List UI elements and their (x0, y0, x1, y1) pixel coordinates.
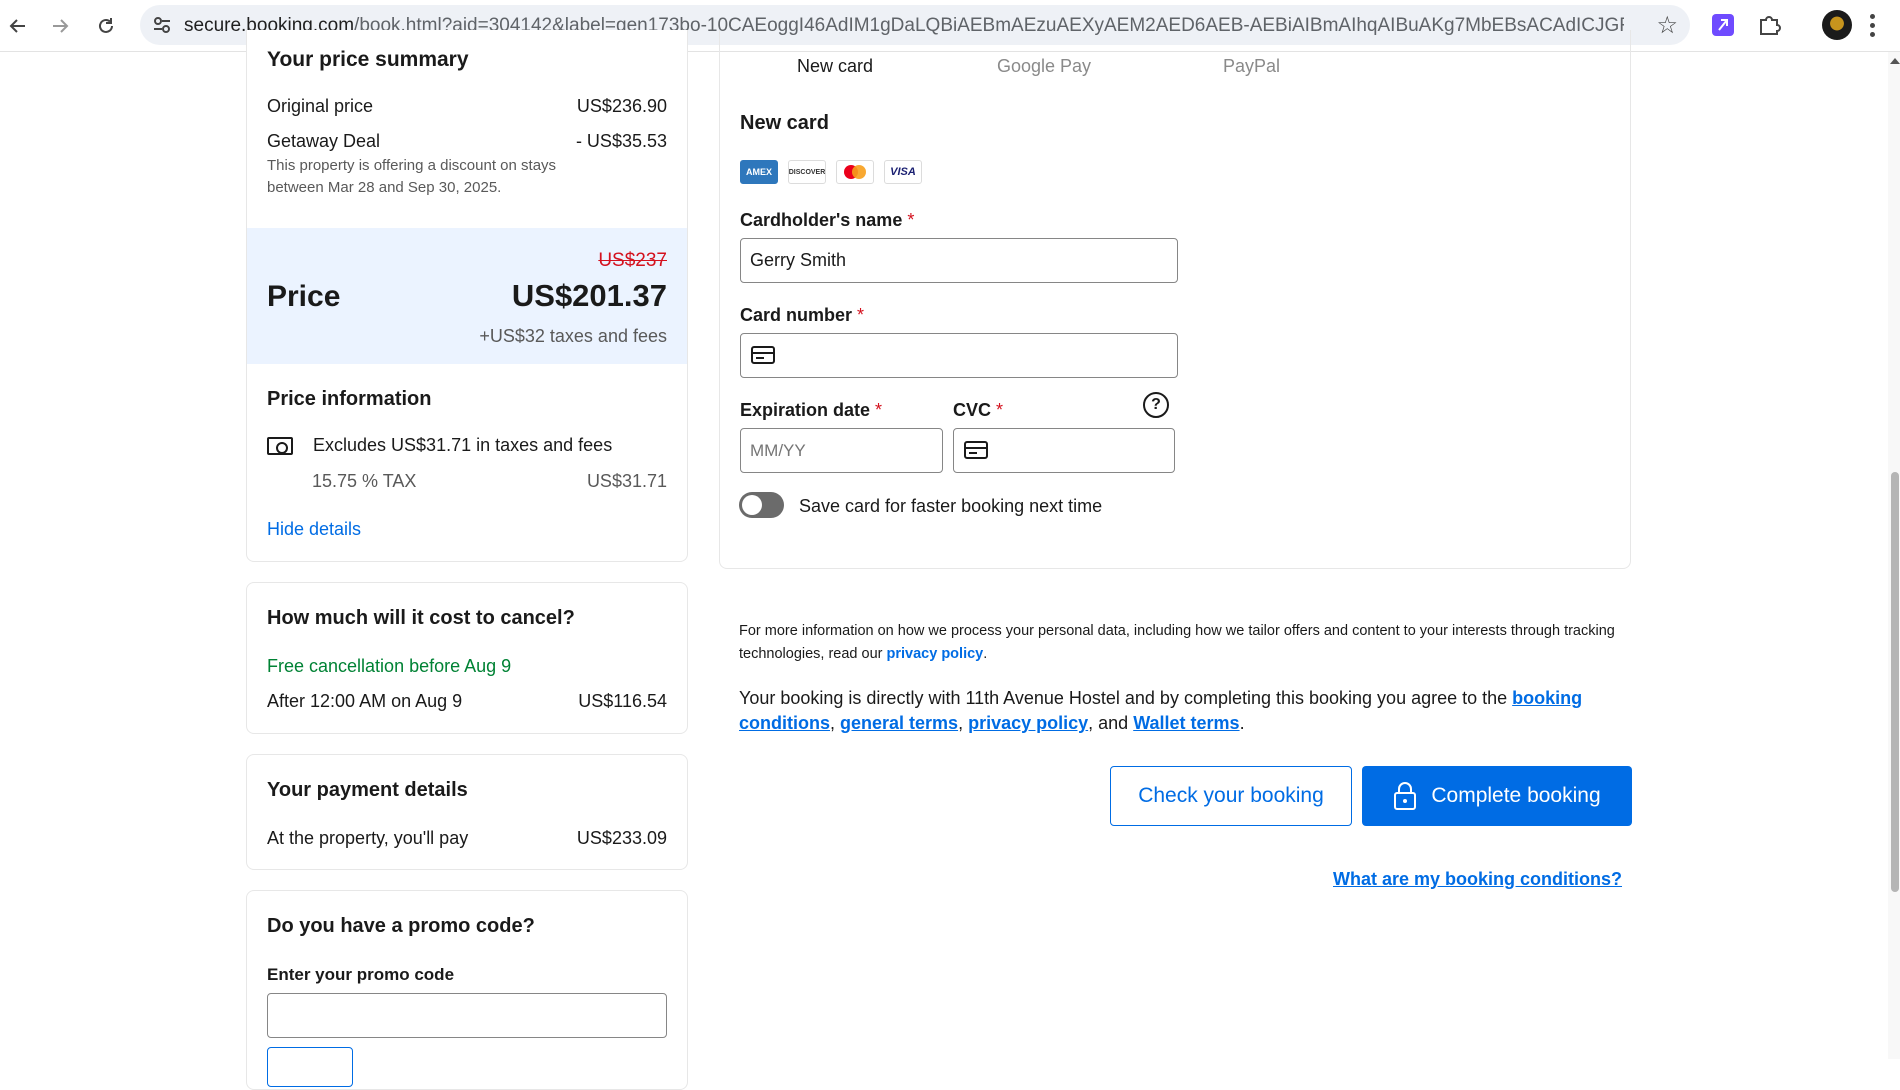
card-number-label: Card number * (740, 305, 865, 325)
extension-icon[interactable] (1710, 12, 1736, 38)
hide-details-link[interactable]: Hide details (267, 519, 361, 540)
amex-logo: AMEX (740, 160, 778, 184)
save-card-label: Save card for faster booking next time (799, 496, 1103, 516)
payment-form-card: New card Google Pay PayPal New card AMEX… (719, 30, 1631, 569)
original-price-row: Original price US$236.90 (267, 96, 667, 116)
promo-input-label: Enter your promo code (267, 965, 455, 984)
deal-row: Getaway Deal - US$35.53 (267, 131, 667, 151)
back-arrow-icon[interactable] (2, 10, 34, 42)
cancel-fee-row: After 12:00 AM on Aug 9 US$116.54 (267, 691, 667, 711)
new-card-title: New card (740, 112, 829, 134)
price-value: US$201.37 (511, 278, 667, 313)
page-scrollbar[interactable] (1888, 52, 1900, 1059)
cvc-input[interactable] (953, 428, 1175, 473)
save-card-toggle[interactable] (739, 492, 784, 518)
puzzle-icon[interactable] (1756, 12, 1782, 38)
price-total-band: US$237 Price US$201.37 +US$32 taxes and … (247, 228, 687, 364)
general-terms-link[interactable]: general terms (840, 713, 958, 733)
site-settings-icon[interactable] (150, 13, 174, 37)
tab-google-pay[interactable]: Google Pay (997, 56, 1091, 77)
visa-logo: VISA (884, 160, 922, 184)
free-cancellation-text: Free cancellation before Aug 9 (267, 656, 512, 676)
old-price: US$237 (598, 250, 667, 271)
lock-icon (1394, 782, 1417, 810)
cvc-label: CVC * (953, 400, 1004, 420)
help-icon[interactable]: ? (1143, 392, 1169, 418)
money-icon (267, 436, 293, 455)
payment-details-card: Your payment details At the property, yo… (246, 754, 688, 870)
price-label: Price (267, 280, 341, 313)
price-summary-card: Your price summary Original price US$236… (246, 30, 688, 562)
profile-avatar[interactable] (1822, 10, 1852, 40)
booking-conditions-question-link[interactable]: What are my booking conditions? (1333, 869, 1622, 890)
discover-logo: DISCOVER (788, 160, 826, 184)
privacy-policy-link[interactable]: privacy policy (887, 646, 984, 662)
expiration-label: Expiration date * (740, 400, 883, 420)
cardholder-name-input[interactable] (740, 238, 1178, 283)
star-icon[interactable]: ☆ (1656, 11, 1678, 40)
cancel-title: How much will it cost to cancel? (267, 607, 575, 629)
promo-card: Do you have a promo code? Enter your pro… (246, 890, 688, 1090)
pay-at-property-row: At the property, you'll pay US$233.09 (267, 828, 667, 848)
expiration-date-input[interactable] (740, 428, 943, 473)
tab-paypal[interactable]: PayPal (1223, 56, 1280, 77)
cardholder-name-label: Cardholder's name * (740, 210, 915, 230)
complete-booking-label: Complete booking (1431, 784, 1601, 807)
promo-title: Do you have a promo code? (267, 915, 535, 937)
wallet-terms-link[interactable]: Wallet terms (1133, 713, 1239, 733)
more-menu-icon[interactable] (1868, 12, 1876, 38)
check-booking-button[interactable]: Check your booking (1110, 766, 1352, 826)
price-summary-title: Your price summary (267, 48, 469, 71)
tax-row: 15.75 % TAX US$31.71 (312, 471, 667, 491)
privacy-policy-link-2[interactable]: privacy policy (968, 713, 1088, 733)
price-info-title: Price information (267, 388, 432, 410)
card-icon (751, 346, 775, 364)
scroll-thumb[interactable] (1891, 472, 1899, 892)
mastercard-logo (836, 160, 874, 184)
reload-icon[interactable] (90, 10, 122, 42)
deal-note: This property is offering a discount on … (267, 157, 557, 196)
privacy-notice: For more information on how we process y… (739, 623, 1615, 662)
cancellation-card: How much will it cost to cancel? Free ca… (246, 582, 688, 734)
card-number-input[interactable] (740, 333, 1178, 378)
payment-details-title: Your payment details (267, 779, 468, 801)
tab-new-card[interactable]: New card (797, 56, 873, 77)
forward-arrow-icon[interactable] (44, 10, 76, 42)
apply-promo-button[interactable] (267, 1047, 353, 1087)
card-icon (964, 441, 988, 459)
booking-agreement: Your booking is directly with 11th Avenu… (739, 688, 1583, 733)
taxes-note: +US$32 taxes and fees (479, 326, 667, 346)
excludes-row: Excludes US$31.71 in taxes and fees (267, 435, 612, 456)
promo-code-input[interactable] (267, 993, 667, 1038)
complete-booking-button[interactable]: Complete booking (1362, 766, 1632, 826)
scroll-up-icon[interactable] (1890, 58, 1900, 64)
